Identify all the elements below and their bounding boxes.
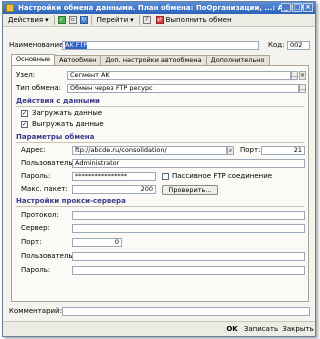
node-select-button[interactable]: … xyxy=(291,71,298,80)
name-label: Наименование: xyxy=(9,41,66,49)
unload-data-checkbox[interactable]: ✓ xyxy=(21,121,28,128)
actions-menu[interactable]: Действия ▾ xyxy=(6,15,51,26)
goto-label: Перейти xyxy=(96,16,129,24)
close-button[interactable]: Закрыть xyxy=(282,325,314,335)
save-icon[interactable]: ✓ xyxy=(57,16,66,24)
minimize-button[interactable]: _ xyxy=(281,3,291,12)
passive-ftp-checkbox[interactable] xyxy=(162,173,169,180)
user-label: Пользователь: xyxy=(21,159,75,167)
section-divider xyxy=(16,142,304,143)
dropdown-arrow-icon: ▾ xyxy=(130,16,134,24)
passive-ftp-label: Пассивное FTP соединение xyxy=(172,172,273,180)
exchange-settings-window: Настройки обмена данными. План обмена: П… xyxy=(2,1,316,337)
comment-label: Комментарий: xyxy=(9,307,62,315)
proxy-user-field[interactable] xyxy=(72,252,305,261)
copy-icon[interactable]: ▫ xyxy=(68,16,77,24)
unload-data-label: Выгружать данные xyxy=(32,120,104,128)
node-field[interactable]: Сегмент AK xyxy=(67,71,291,80)
refresh-icon[interactable]: ↻ xyxy=(79,16,88,24)
code-field[interactable]: 002 xyxy=(287,41,310,50)
tab-autoexchange[interactable]: Автообмен xyxy=(54,55,102,65)
execute-exchange-button[interactable]: ⇄ Выполнить обмен xyxy=(154,15,234,26)
proxy-password-field[interactable] xyxy=(72,266,305,275)
maximize-button[interactable]: □ xyxy=(292,3,302,12)
help-icon[interactable]: ? xyxy=(142,16,151,24)
protocol-label: Протокол: xyxy=(21,211,59,219)
execute-exchange-label: Выполнить обмен xyxy=(165,16,232,24)
exchange-type-select-button[interactable]: … xyxy=(299,84,306,93)
section-divider xyxy=(16,106,304,107)
node-label: Узел: xyxy=(16,71,36,79)
proxy-port-field[interactable]: 0 xyxy=(72,238,122,247)
exchange-type-label: Тип обмена: xyxy=(16,84,62,92)
window-title: Настройки обмена данными. План обмена: П… xyxy=(18,4,306,12)
proxy-password-label: Пароль: xyxy=(21,266,51,274)
data-actions-heading: Действия с данными xyxy=(16,97,100,105)
password-label: Пароль: xyxy=(21,172,51,180)
exchange-icon: ⇄ xyxy=(155,16,164,24)
check-connection-button[interactable]: Проверить... xyxy=(162,185,218,195)
max-packet-label: Макс. пакет: xyxy=(21,185,68,193)
close-window-button[interactable]: × xyxy=(303,3,313,12)
exchange-params-heading: Параметры обмена xyxy=(16,133,95,141)
bottom-button-bar: OK Записать Закрыть xyxy=(3,321,315,336)
code-label: Код: xyxy=(268,41,285,49)
user-field[interactable]: Administrator xyxy=(72,159,305,168)
address-label: Адрес: xyxy=(21,146,46,154)
server-field[interactable] xyxy=(72,224,305,233)
password-field[interactable]: **************** xyxy=(72,172,156,181)
section-divider xyxy=(16,206,304,207)
main-tab-panel: Узел: Сегмент AK … × Тип обмена: Обмен ч… xyxy=(11,65,309,302)
name-value: AK FTP xyxy=(65,41,88,49)
ok-button[interactable]: OK xyxy=(225,325,239,335)
app-icon xyxy=(6,4,14,12)
node-clear-button[interactable]: × xyxy=(299,71,306,80)
max-packet-field[interactable]: 200 xyxy=(72,185,156,194)
server-label: Сервер: xyxy=(21,224,50,232)
proxy-settings-heading: Настройки прокси-сервера xyxy=(16,197,126,205)
goto-menu[interactable]: Перейти ▾ xyxy=(95,15,136,26)
name-field[interactable]: AK FTP xyxy=(62,41,259,50)
tab-extra-autoexchange[interactable]: Доп. настройки автообмена xyxy=(100,55,207,65)
actions-label: Действия xyxy=(8,16,44,24)
load-data-checkbox[interactable]: ✓ xyxy=(21,110,28,117)
tab-additional[interactable]: Дополнительно xyxy=(205,55,270,65)
save-button[interactable]: Записать xyxy=(243,325,279,335)
title-bar: Настройки обмена данными. План обмена: П… xyxy=(3,2,315,14)
proxy-user-label: Пользователь: xyxy=(21,252,75,260)
search-icon[interactable]: ⌕ xyxy=(227,146,234,155)
toolbar-separator xyxy=(138,15,140,25)
toolbar-separator xyxy=(53,15,55,25)
toolbar: Действия ▾ ✓ ▫ ↻ Перейти ▾ ? ⇄ Выполнить… xyxy=(3,14,315,27)
port-label: Порт: xyxy=(240,146,261,154)
toolbar-separator xyxy=(90,15,92,25)
tab-main[interactable]: Основные xyxy=(11,54,56,65)
address-field[interactable]: ftp://abcde.ru/consolidation/ xyxy=(72,146,227,155)
protocol-field[interactable] xyxy=(72,211,305,220)
tab-strip: Основные Автообмен Доп. настройки автооб… xyxy=(11,54,270,65)
comment-field[interactable] xyxy=(62,307,310,316)
dropdown-arrow-icon: ▾ xyxy=(45,16,49,24)
exchange-type-field[interactable]: Обмен через FTP ресурс xyxy=(67,84,299,93)
load-data-label: Загружать данные xyxy=(32,109,103,117)
proxy-port-label: Порт: xyxy=(21,238,42,246)
port-field[interactable]: 21 xyxy=(261,146,305,155)
